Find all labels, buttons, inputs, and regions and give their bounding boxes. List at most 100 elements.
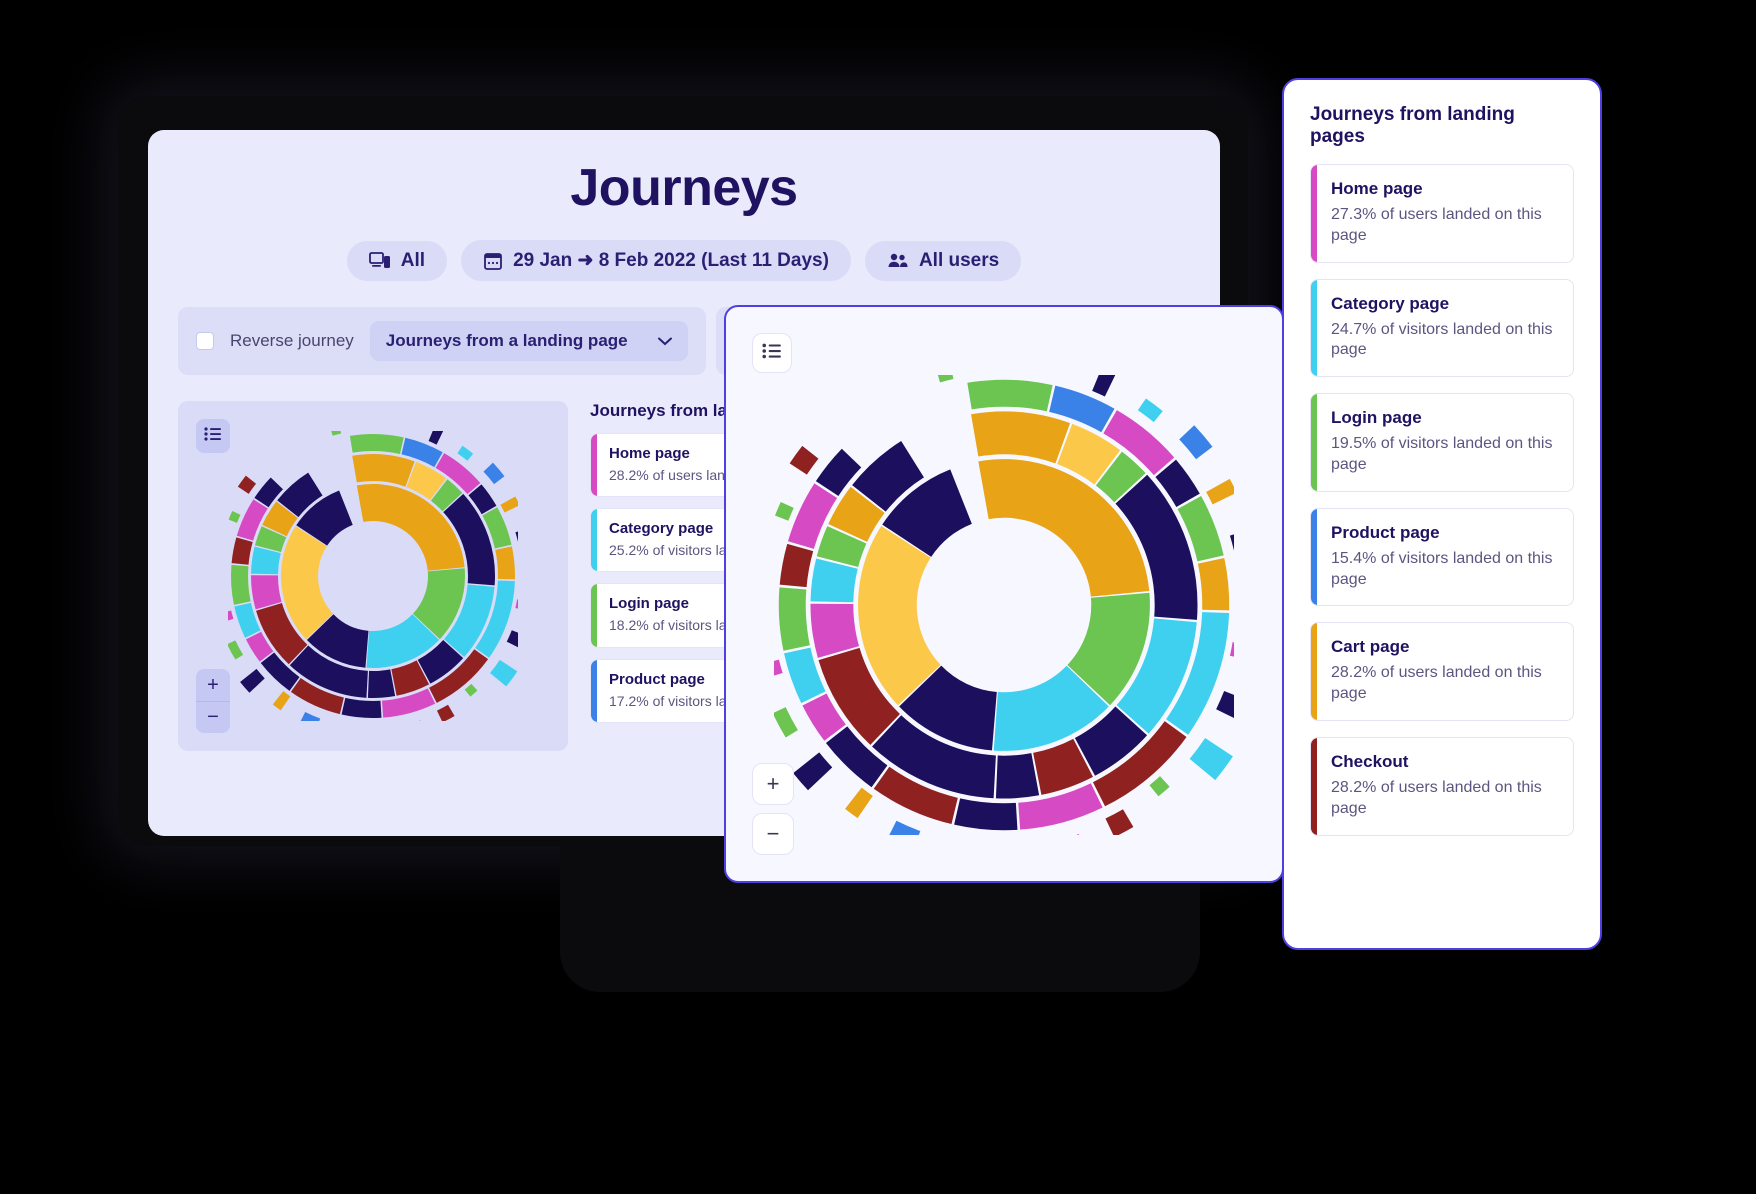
overlay-zoom-out-button[interactable]: − [752,813,794,855]
sunburst-leaf[interactable] [228,610,234,622]
journey-card[interactable]: Cart page 28.2% of users landed on this p… [1310,622,1574,721]
sunburst-leaf[interactable] [1206,479,1234,505]
journey-card-description: 24.7% of visitors landed on this page [1331,320,1553,359]
journey-card[interactable]: Product page 15.4% of visitors landed on … [1310,507,1574,607]
device-filter-label: All [400,249,426,271]
left-sunburst-card: + − [178,401,568,751]
sunburst-leaf[interactable] [774,707,798,739]
journey-card[interactable]: Category page 24.7% of visitors landed on… [1310,278,1574,378]
journey-card-description: 15.4% of visitors landed on this page [1331,549,1553,588]
sunburst-slice[interactable] [495,546,515,580]
sunburst-slice[interactable] [231,537,253,565]
sunburst-leaf[interactable] [515,599,518,610]
sunburst-leaf[interactable] [774,660,783,679]
left-zoom-in-button[interactable]: + [196,669,230,701]
sunburst-leaf[interactable] [237,475,257,494]
left-zoom-controls: + − [196,669,230,733]
sunburst-leaf[interactable] [1149,776,1170,797]
sunburst-leaf[interactable] [1092,375,1119,397]
reverse-journey-label: Reverse journey [230,331,354,350]
journey-card-description: 19.5% of visitors landed on this page [1331,435,1553,473]
sunburst-leaf[interactable] [490,659,518,687]
sunburst-leaf[interactable] [428,431,446,445]
sunburst-leaf[interactable] [506,630,518,649]
sunburst-leaf[interactable] [272,691,291,711]
journey-card-title: Cart page [1331,637,1410,657]
sunburst-slice[interactable] [967,380,1053,412]
users-filter-label: All users [918,249,1000,271]
sunburst-leaf[interactable] [436,704,455,721]
sunburst-slice[interactable] [231,564,251,605]
sunburst-leaf[interactable] [1229,642,1234,661]
sunburst-leaf[interactable] [845,788,873,819]
sunburst-slice[interactable] [341,697,382,718]
sunburst-slice[interactable] [251,575,282,610]
sunburst-leaf[interactable] [1137,398,1163,423]
journey-card-title: Category page [1331,293,1450,313]
sunburst-slice[interactable] [349,434,404,454]
sunburst-leaf[interactable] [774,502,794,522]
journey-filter-box: Reverse journey Journeys from a landing … [178,307,706,375]
sunburst-leaf[interactable] [1179,425,1213,460]
calendar-icon [483,251,503,271]
sunburst-leaf[interactable] [457,445,474,461]
journey-card-title: Login page [1331,408,1422,428]
sunburst-leaf[interactable] [1216,691,1234,722]
device-filter-pill[interactable]: All [346,240,448,281]
journey-type-select-value: Journeys from a landing page [385,331,628,350]
right-card-container: Home page 27.3% of users landed on this p… [1310,164,1574,836]
journey-card-description: 28.2% of users landed on this page [1331,664,1542,703]
sunburst-slice[interactable] [367,669,396,698]
overlay-sunburst-chart [774,375,1234,836]
sunburst-leaf[interactable] [240,668,265,693]
journey-card-color-bar [1311,165,1317,262]
sunburst-leaf[interactable] [464,683,478,697]
left-sunburst-svg [228,431,518,721]
sunburst-leaf[interactable] [1189,738,1233,781]
left-list-view-button[interactable] [196,419,230,453]
journey-card-description: 27.3% of users landed on this page [1331,206,1542,244]
sunburst-leaf[interactable] [228,640,244,660]
sunburst-slice[interactable] [778,587,810,652]
sunburst-leaf[interactable] [887,821,921,836]
journey-card[interactable]: Login page 19.5% of visitors landed on th… [1310,393,1574,492]
sunburst-slice[interactable] [1197,558,1230,611]
sunburst-slice[interactable] [954,798,1018,831]
sunburst-leaf[interactable] [1054,834,1088,836]
page-title: Journeys [570,159,798,217]
sunburst-leaf[interactable] [483,462,505,485]
journey-card-color-bar [1311,623,1317,720]
journey-card-color-bar [1311,394,1317,491]
sunburst-leaf[interactable] [936,375,954,383]
sunburst-leaf[interactable] [330,431,342,436]
sunburst-slice[interactable] [810,604,860,659]
sunburst-slice[interactable] [971,411,1071,464]
users-icon [887,252,909,270]
sunburst-leaf[interactable] [299,712,321,721]
sunburst-slice[interactable] [995,753,1040,799]
sunburst-leaf[interactable] [228,511,241,523]
sunburst-slice[interactable] [352,454,415,487]
sunburst-leaf[interactable] [515,526,518,544]
journey-card-title: Product page [1331,522,1440,542]
sunburst-slice[interactable] [779,544,814,588]
sunburst-leaf[interactable] [500,496,518,513]
reverse-journey-checkbox[interactable] [196,332,214,350]
sunburst-leaf[interactable] [1229,526,1234,555]
users-filter-pill[interactable]: All users [864,240,1022,281]
left-zoom-out-button[interactable]: − [196,701,230,733]
sunburst-leaf[interactable] [789,446,819,476]
journey-card[interactable]: Checkout 28.2% of users landed on this pa… [1310,736,1574,836]
journey-type-select[interactable]: Journeys from a landing page [369,321,688,361]
right-panel-title: Journeys from landing pages [1310,104,1515,147]
left-sunburst-chart [228,431,518,721]
overlay-list-view-button[interactable] [752,333,792,373]
sunburst-leaf[interactable] [404,720,425,721]
sunburst-leaf[interactable] [1105,809,1134,836]
journey-card[interactable]: Home page 27.3% of users landed on this p… [1310,164,1574,263]
sunburst-leaf[interactable] [793,752,833,791]
date-range-pill[interactable]: 29 Jan ➜ 8 Feb 2022 (Last 11 Days) [461,240,851,281]
journey-card-color-bar [591,584,597,647]
overlay-zoom-in-button[interactable]: + [752,763,794,805]
journey-card-description: 28.2% of users landed on this page [1331,778,1542,817]
